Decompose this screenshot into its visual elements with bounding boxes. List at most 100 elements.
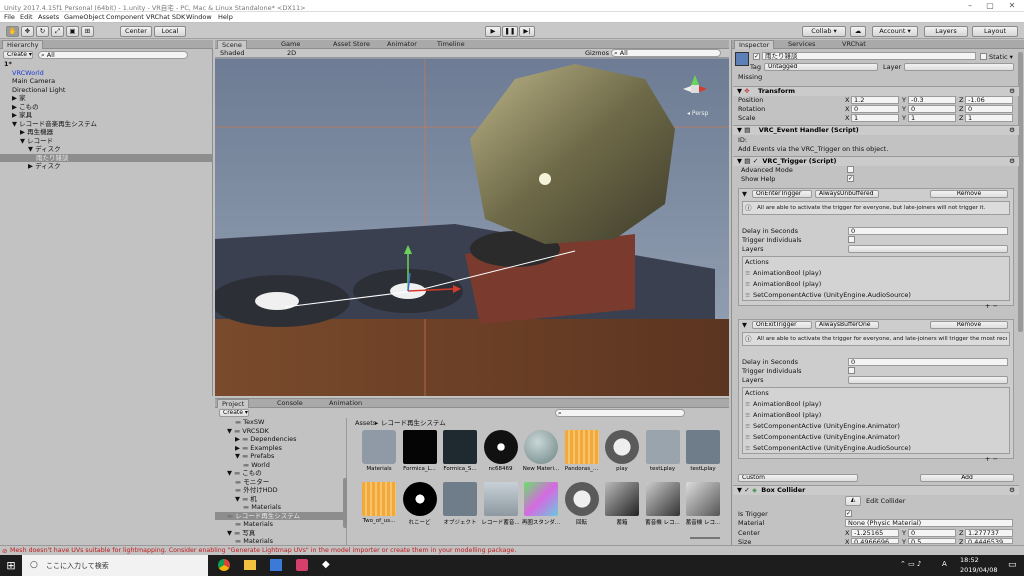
tab-scene[interactable]: Scene: [217, 40, 247, 49]
collider-center-y-field[interactable]: 0: [908, 529, 956, 537]
delay-input[interactable]: 0: [848, 358, 1008, 366]
custom-trigger-dropdown[interactable]: Custom: [738, 474, 858, 482]
rotate-tool-button[interactable]: ↻: [36, 26, 49, 37]
asset-item[interactable]: 蓄箱: [602, 482, 642, 532]
tab-timeline[interactable]: Timeline: [433, 40, 469, 49]
collider-size-y-field[interactable]: 0.5: [908, 538, 956, 544]
active-checkbox[interactable]: ✓: [753, 53, 760, 60]
menu-gameobject[interactable]: GameObject: [64, 13, 105, 21]
edit-collider-button[interactable]: ◭: [845, 496, 861, 506]
rotation-z-field[interactable]: 0: [965, 105, 1013, 113]
hierarchy-item[interactable]: 1*: [0, 60, 212, 68]
move-tool-button[interactable]: ✥: [21, 26, 34, 37]
delay-input[interactable]: 0: [848, 227, 1008, 235]
drag-handle-icon[interactable]: ≡: [745, 422, 750, 430]
unity-icon[interactable]: ◆: [322, 559, 334, 571]
menu-vrchat-sdk[interactable]: VRChat SDK: [146, 13, 185, 21]
tab-vrchat[interactable]: VRChat: [838, 40, 870, 49]
static-checkbox[interactable]: [980, 53, 987, 60]
project-tree-item[interactable]: ▼ ▬ VRCSDK: [215, 427, 343, 435]
status-message[interactable]: Mesh doesn't have UVs suitable for light…: [10, 547, 516, 555]
tab-services[interactable]: Services: [784, 40, 819, 49]
2d-toggle[interactable]: 2D: [287, 49, 296, 57]
hierarchy-item[interactable]: ▶ 再生機器: [0, 128, 212, 136]
gear-icon[interactable]: ⚙: [1009, 486, 1015, 495]
asset-item[interactable]: 蓄音機 レコ...: [683, 482, 723, 532]
asset-item[interactable]: New Materi...: [521, 430, 561, 480]
tab-console[interactable]: Console: [273, 399, 307, 408]
project-tree-item[interactable]: ▬ モニター: [215, 478, 343, 486]
taskbar-search-box[interactable]: ○ ここに入力して検索: [22, 555, 208, 576]
action-item[interactable]: SetComponentActive (UnityEngine.AudioSou…: [753, 291, 911, 299]
transform-tool-button[interactable]: ⊞: [81, 26, 94, 37]
tab-animator[interactable]: Animator: [383, 40, 421, 49]
project-create-button[interactable]: Create ▾: [219, 409, 249, 417]
tree-scrollbar[interactable]: [343, 478, 347, 528]
layers-mask-dropdown[interactable]: [848, 245, 1008, 253]
layout-dropdown[interactable]: Layout: [972, 26, 1018, 37]
rotation-y-field[interactable]: 0: [908, 105, 956, 113]
menu-help[interactable]: Help: [218, 13, 233, 21]
enabled-check-icon[interactable]: ✓: [753, 157, 758, 165]
hierarchy-item[interactable]: Main Camera: [0, 77, 212, 85]
taskbar-date[interactable]: 2019/04/08: [960, 566, 997, 574]
hierarchy-search-input[interactable]: ⌕ All: [38, 51, 188, 59]
remove-trigger-button[interactable]: Remove: [930, 190, 1008, 198]
hierarchy-item[interactable]: VRCWorld: [0, 69, 212, 77]
scene-search-input[interactable]: ⌕ All: [611, 49, 721, 57]
trigger-type-dropdown[interactable]: OnExitTrigger: [752, 321, 812, 329]
scale-y-field[interactable]: 1: [908, 114, 956, 122]
hierarchy-item[interactable]: ▼ レコード音楽再生システム: [0, 120, 212, 128]
collider-size-z-field[interactable]: 0.4446539: [965, 538, 1013, 544]
action-item[interactable]: AnimationBool (play): [753, 269, 821, 277]
tab-project[interactable]: Project: [217, 399, 250, 408]
project-tree-item[interactable]: ▬ 外付けHDD: [215, 486, 343, 494]
foldout-arrow-icon[interactable]: ▼: [742, 190, 747, 198]
is-trigger-checkbox[interactable]: ✓: [845, 510, 852, 517]
project-tree-item[interactable]: ▶ ▬ Dependencies: [215, 435, 343, 443]
tab-hierarchy[interactable]: Hierarchy: [2, 40, 44, 49]
asset-item[interactable]: Formica_S...: [440, 430, 480, 480]
trigger-type-dropdown[interactable]: OnEnterTrigger: [752, 190, 812, 198]
drag-handle-icon[interactable]: ≡: [745, 269, 750, 277]
file-explorer-icon[interactable]: [244, 560, 256, 570]
asset-item[interactable]: オブジェクト: [440, 482, 480, 532]
pivot-local-button[interactable]: Local: [154, 26, 186, 37]
drag-handle-icon[interactable]: ≡: [745, 280, 750, 288]
tag-dropdown[interactable]: Untagged: [764, 63, 878, 71]
static-dropdown[interactable]: Static ▾: [989, 53, 1013, 61]
asset-item[interactable]: レコード蓄音...: [481, 482, 521, 532]
trigger-individuals-checkbox[interactable]: [848, 236, 855, 243]
hierarchy-create-button[interactable]: Create ▾: [3, 51, 33, 59]
project-tree-item[interactable]: ▬ Materials: [215, 503, 343, 511]
shading-mode-dropdown[interactable]: Shaded: [220, 49, 244, 57]
asset-item[interactable]: Formica_L...: [400, 430, 440, 480]
trigger-header[interactable]: ▼ ▤ ✓ VRC_Trigger (Script) ⚙: [733, 156, 1019, 166]
layers-dropdown[interactable]: Layers: [924, 26, 968, 37]
collab-button[interactable]: Collab ▾: [802, 26, 846, 37]
event-handler-header[interactable]: ▼ ▤ VRC_Event Handler (Script) ⚙: [733, 125, 1019, 135]
action-item[interactable]: AnimationBool (play): [753, 280, 821, 288]
asset-item[interactable]: 回転: [562, 482, 602, 532]
pivot-center-button[interactable]: Center: [120, 26, 152, 37]
tab-game[interactable]: Game: [277, 40, 304, 49]
drag-handle-icon[interactable]: ≡: [745, 433, 750, 441]
app-icon[interactable]: [296, 559, 308, 571]
position-x-field[interactable]: 1.2: [851, 96, 899, 104]
trigger-individuals-checkbox[interactable]: [848, 367, 855, 374]
add-trigger-button[interactable]: Add: [920, 474, 1014, 482]
asset-item[interactable]: testLplay: [643, 430, 683, 480]
scale-x-field[interactable]: 1: [851, 114, 899, 122]
gear-icon[interactable]: ⚙: [1009, 87, 1015, 96]
tab-asset-store[interactable]: Asset Store: [329, 40, 374, 49]
hierarchy-item[interactable]: ▶ ディスク: [0, 162, 212, 170]
enabled-check-icon[interactable]: ✓: [744, 486, 749, 494]
ime-indicator[interactable]: A: [942, 560, 947, 568]
drag-handle-icon[interactable]: ≡: [745, 291, 750, 299]
gizmos-dropdown[interactable]: Gizmos ▾: [585, 49, 614, 57]
broadcast-type-dropdown[interactable]: AlwaysUnbuffered: [815, 190, 879, 198]
asset-item[interactable]: Two_of_us...: [359, 482, 399, 532]
scale-z-field[interactable]: 1: [965, 114, 1013, 122]
rect-tool-button[interactable]: ▣: [66, 26, 79, 37]
asset-item[interactable]: nc68469: [481, 430, 521, 480]
